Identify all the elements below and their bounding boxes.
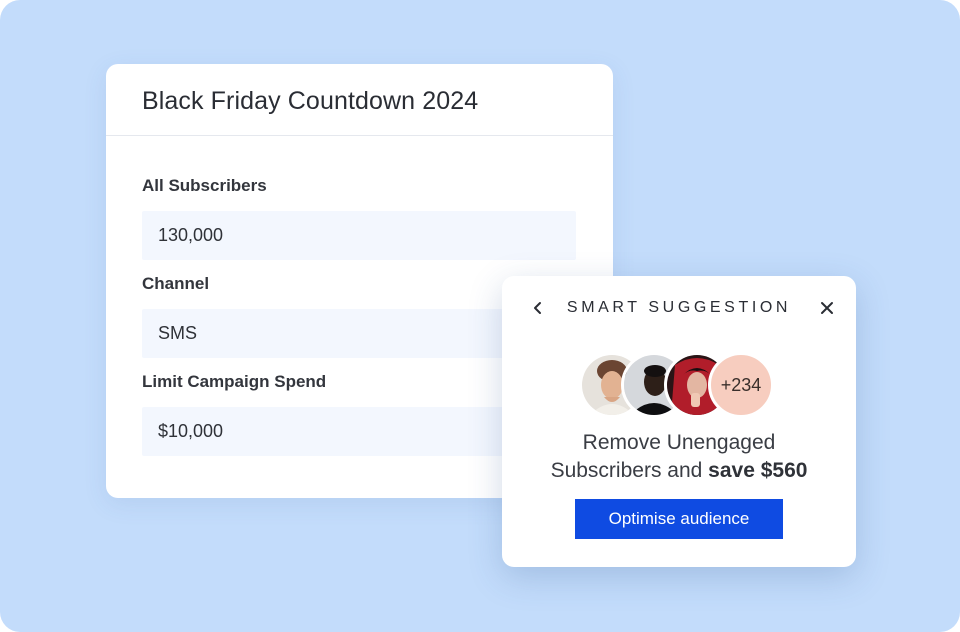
suggestion-line-1: Remove Unengaged bbox=[582, 431, 776, 454]
card-header: Black Friday Countdown 2024 bbox=[106, 64, 613, 136]
savings-amount: save $560 bbox=[708, 459, 808, 482]
campaign-title: Black Friday Countdown 2024 bbox=[142, 87, 479, 115]
spend-limit-label: Limit Campaign Spend bbox=[142, 372, 327, 391]
channel-label: Channel bbox=[142, 274, 210, 293]
background-canvas: Black Friday Countdown 2024 All Subscrib… bbox=[0, 0, 960, 632]
close-icon[interactable] bbox=[815, 296, 839, 320]
smart-suggestion-popover: SMART SUGGESTION +234 Remove Unengaged S… bbox=[502, 276, 856, 567]
suggestion-line-2: Subscribers and save $560 bbox=[502, 459, 856, 483]
subscribers-label: All Subscribers bbox=[142, 176, 267, 195]
popover-title: SMART SUGGESTION bbox=[566, 299, 792, 316]
chevron-left-icon[interactable] bbox=[526, 296, 550, 320]
subscribers-field[interactable]: 130,000 bbox=[142, 211, 576, 260]
suggestion-line-2-text: Subscribers and bbox=[550, 459, 709, 482]
optimise-audience-button[interactable]: Optimise audience bbox=[575, 499, 783, 539]
more-subscribers-badge: +234 bbox=[708, 352, 774, 418]
